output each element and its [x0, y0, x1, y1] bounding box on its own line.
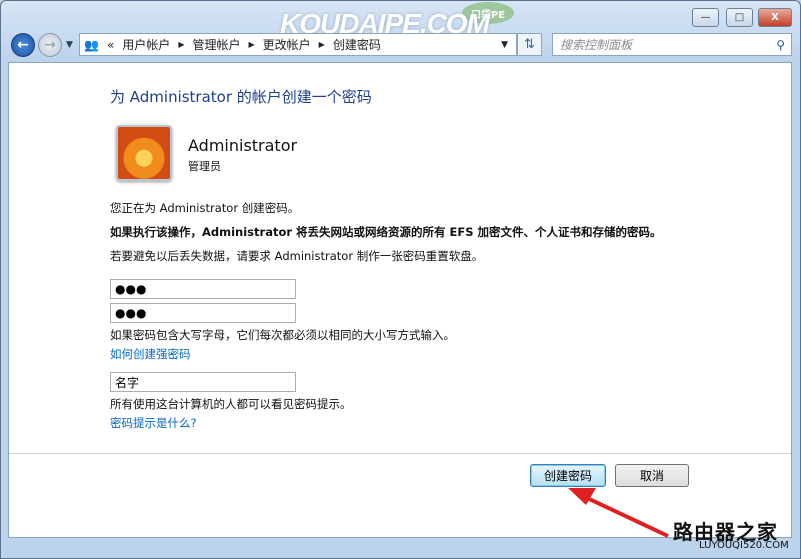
footer-watermark-url: LUYOUQI520.COM	[699, 540, 789, 551]
annotation-arrow	[568, 488, 669, 538]
